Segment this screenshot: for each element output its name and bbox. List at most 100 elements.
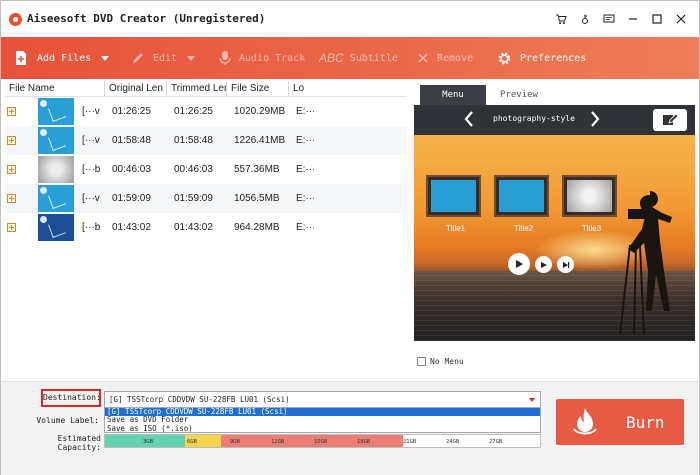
title-label[interactable]: Title1: [428, 224, 483, 233]
audio-track-button[interactable]: Audio Track: [219, 37, 319, 79]
expand-icon[interactable]: [7, 165, 16, 174]
file-size-cell: 557.36MB: [234, 164, 280, 175]
add-files-dropdown-icon[interactable]: [101, 55, 110, 61]
menu-style-bar: photography-style: [414, 105, 695, 135]
file-list-body: [···v 01:26:25 01:26:25 1020.29MB E:··· …: [5, 97, 407, 242]
output-settings: Destination: [G] TSSTcorp CDDVDW SU-228F…: [1, 381, 699, 475]
app-logo-icon: [9, 13, 22, 26]
table-row[interactable]: [···v 01:26:25 01:26:25 1020.29MB E:···: [5, 97, 407, 126]
chevron-left-icon[interactable]: [464, 111, 474, 131]
app-title: Aiseesoft DVD Creator (Unregistered): [27, 12, 266, 25]
menu-style-name: photography-style: [493, 114, 575, 123]
photographer-silhouette: [619, 191, 672, 335]
chevron-down-icon[interactable]: [529, 398, 535, 402]
destination-label: Destination:: [41, 389, 101, 407]
file-name-cell: [···v: [82, 193, 100, 204]
minimize-icon[interactable]: [623, 9, 643, 29]
edit-menu-icon: [663, 113, 678, 125]
menu-preview-tabs: Menu Preview: [414, 81, 695, 105]
preferences-button[interactable]: Preferences: [497, 37, 597, 79]
trimmed-length-cell: 00:46:03: [174, 164, 213, 175]
capacity-tick: 3GB: [143, 439, 153, 445]
file-size-cell: 1020.29MB: [234, 106, 286, 117]
original-length-cell: 01:59:09: [112, 193, 151, 204]
original-length-cell: 01:43:02: [112, 222, 151, 233]
expand-icon[interactable]: [7, 136, 16, 145]
file-size-cell: 964.28MB: [234, 222, 280, 233]
main-toolbar: Add Files Edit Audio Track ABC Subtitle …: [1, 37, 699, 79]
capacity-segment-red: [221, 435, 403, 447]
add-files-button[interactable]: Add Files: [13, 37, 131, 79]
file-list-header: File Name Original Len Trimmed Len File …: [5, 81, 407, 97]
location-cell: E:···: [296, 164, 314, 175]
cart-icon[interactable]: [551, 9, 571, 29]
column-file-size[interactable]: File Size: [227, 81, 289, 96]
remove-label: Remove: [437, 52, 474, 64]
destination-value: [G] TSSTcorp CDDVDW SU-228FB LU01 (Scsi): [109, 395, 290, 404]
column-file-name[interactable]: File Name: [5, 81, 105, 96]
destination-select[interactable]: [G] TSSTcorp CDDVDW SU-228FB LU01 (Scsi): [104, 391, 541, 408]
subtitle-button[interactable]: ABC Subtitle: [319, 37, 417, 79]
feedback-icon[interactable]: [599, 9, 619, 29]
subtitle-abc-icon: ABC: [319, 51, 344, 65]
preferences-label: Preferences: [520, 52, 587, 64]
title-label[interactable]: Title3: [564, 224, 619, 233]
edit-menu-button[interactable]: [653, 109, 687, 131]
column-original-length[interactable]: Original Len: [105, 81, 167, 96]
table-row[interactable]: [···v 01:58:48 01:58:48 1226.41MB E:···: [5, 126, 407, 155]
checkbox-icon[interactable]: [417, 357, 426, 366]
table-row[interactable]: [···v 01:59:09 01:59:09 1056.5MB E:···: [5, 184, 407, 213]
dropdown-option[interactable]: Save as ISO (*.iso): [105, 424, 540, 433]
title-label[interactable]: Title2: [496, 224, 551, 233]
original-length-cell: 01:58:48: [112, 135, 151, 146]
burn-label: Burn: [626, 412, 665, 432]
capacity-tick: 24GB: [446, 439, 460, 445]
maximize-icon[interactable]: [647, 9, 667, 29]
expand-icon[interactable]: [7, 107, 16, 116]
play-button[interactable]: [508, 253, 530, 275]
file-name-cell: [···v: [82, 106, 100, 117]
volume-label: Volume Label:: [36, 416, 99, 425]
capacity-bar: 3GB 6GB 9GB 12GB 15GB 18GB 21GB 24GB 27G…: [104, 434, 541, 448]
table-row[interactable]: [···b 00:46:03 00:46:03 557.36MB E:···: [5, 155, 407, 184]
audio-track-label: Audio Track: [239, 52, 306, 64]
tab-menu[interactable]: Menu: [420, 85, 486, 105]
edit-icon: [131, 51, 145, 65]
subtitle-label: Subtitle: [349, 52, 398, 64]
tab-preview[interactable]: Preview: [486, 85, 552, 105]
edit-button[interactable]: Edit: [131, 37, 219, 79]
table-row[interactable]: [···b 01:43:02 01:43:02 964.28MB E:···: [5, 213, 407, 242]
trimmed-length-cell: 01:26:25: [174, 106, 213, 117]
capacity-tick: 27GB: [489, 439, 503, 445]
title-thumbnail[interactable]: [494, 175, 549, 217]
trimmed-length-cell: 01:59:09: [174, 193, 213, 204]
title-bar: Aiseesoft DVD Creator (Unregistered): [1, 1, 699, 37]
trimmed-length-cell: 01:43:02: [174, 222, 213, 233]
video-thumbnail: [38, 185, 74, 212]
chevron-right-icon[interactable]: [590, 111, 600, 131]
key-icon[interactable]: [575, 9, 595, 29]
column-location[interactable]: Lo: [289, 81, 311, 96]
expand-icon[interactable]: [7, 223, 16, 232]
file-name-cell: [···v: [82, 135, 100, 146]
forward-button[interactable]: [535, 256, 552, 273]
original-length-cell: 01:26:25: [112, 106, 151, 117]
add-file-icon: [13, 50, 29, 66]
file-size-cell: 1226.41MB: [234, 135, 286, 146]
destination-dropdown: [G] TSSTcorp CDDVDW SU-228FB LU01 (Scsi)…: [104, 407, 541, 433]
title-thumbnail[interactable]: [562, 175, 617, 217]
forward-icon: [540, 261, 547, 268]
no-menu-checkbox[interactable]: No Menu: [417, 357, 464, 366]
expand-icon[interactable]: [7, 194, 16, 203]
title-thumbnail[interactable]: [426, 175, 481, 217]
burn-button[interactable]: Burn: [556, 399, 684, 445]
video-thumbnail: [38, 127, 74, 154]
video-thumbnail: [38, 98, 74, 125]
capacity-tick: 15GB: [314, 439, 328, 445]
column-trimmed-length[interactable]: Trimmed Len: [167, 81, 227, 96]
skip-forward-button[interactable]: [557, 256, 574, 273]
trimmed-length-cell: 01:58:48: [174, 135, 213, 146]
close-icon[interactable]: [671, 9, 691, 29]
edit-dropdown-icon[interactable]: [187, 55, 196, 61]
remove-button[interactable]: Remove: [417, 37, 497, 79]
